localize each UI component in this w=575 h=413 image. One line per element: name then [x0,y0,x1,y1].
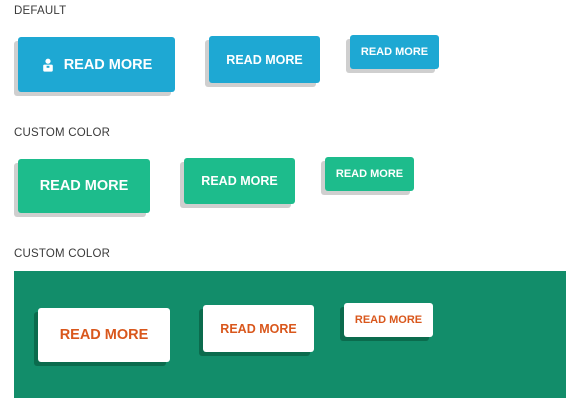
button-label: READ MORE [201,174,278,188]
button-label: READ MORE [39,178,129,194]
button-label: READ MORE [354,314,423,326]
read-more-button-default-medium[interactable]: READ MORE [209,36,320,83]
section-label-custom-color-2: CUSTOM COLOR [14,248,111,260]
read-more-button-green-large[interactable]: READ MORE [18,159,150,213]
button-label: READ MORE [63,56,153,73]
read-more-button-green-small[interactable]: READ MORE [325,157,414,191]
section-label-custom-color-1: CUSTOM COLOR [14,127,111,139]
button-label: READ MORE [59,327,149,343]
button-label: READ MORE [220,321,297,336]
read-more-button-white-small[interactable]: READ MORE [344,303,433,337]
button-label: READ MORE [360,46,429,58]
read-more-button-white-medium[interactable]: READ MORE [203,305,314,352]
read-more-button-green-medium[interactable]: READ MORE [184,158,295,204]
read-more-button-default-large[interactable]: READ MORE [18,37,175,92]
person-icon [41,58,55,72]
read-more-button-default-small[interactable]: READ MORE [350,35,439,69]
button-label: READ MORE [226,52,303,67]
read-more-button-white-large[interactable]: READ MORE [38,308,170,362]
button-label: READ MORE [335,168,404,180]
section-label-default: DEFAULT [14,5,67,17]
